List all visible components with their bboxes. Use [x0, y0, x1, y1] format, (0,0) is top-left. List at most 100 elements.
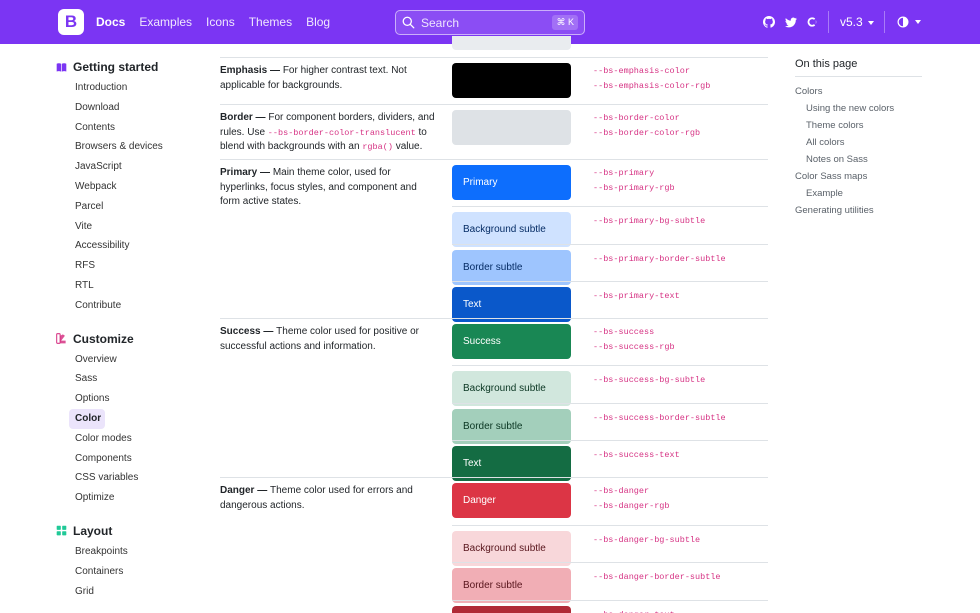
sidebar-item-download[interactable]: Download — [56, 98, 206, 118]
sidebar-item-components[interactable]: Components — [56, 449, 206, 469]
toc-link-generating-utilities[interactable]: Generating utilities — [795, 202, 922, 219]
toc-title: On this page — [795, 58, 922, 77]
sidebar-item-introduction[interactable]: Introduction — [56, 78, 206, 98]
toc-link-theme-colors[interactable]: Theme colors — [795, 117, 922, 134]
table-row-divider — [452, 244, 768, 245]
css-variable-list: --bs-primary-text — [593, 289, 768, 304]
github-icon[interactable] — [762, 15, 776, 29]
nav-link-examples[interactable]: Examples — [139, 15, 192, 29]
sidebar-section-customize[interactable]: Customize — [56, 328, 206, 350]
swatch-label: Primary — [463, 177, 498, 188]
sidebar-item-sass[interactable]: Sass — [56, 369, 206, 389]
description-text: value. — [392, 141, 423, 152]
table-row-divider — [452, 562, 768, 563]
css-variable-list: --bs-border-color --bs-border-color-rgb — [593, 111, 768, 140]
color-description: Border — For component borders, dividers… — [220, 111, 435, 155]
table-row-divider — [220, 57, 768, 58]
nav-link-themes[interactable]: Themes — [249, 15, 292, 29]
toc-link-all-colors[interactable]: All colors — [795, 134, 922, 151]
sidebar-item-overview[interactable]: Overview — [56, 350, 206, 370]
swatch-label: Text — [463, 458, 482, 469]
sidebar-item-accessibility[interactable]: Accessibility — [56, 236, 206, 256]
color-description: Danger — Theme color used for errors and… — [220, 484, 435, 513]
twitter-icon[interactable] — [784, 15, 798, 29]
css-variable-list: --bs-danger-border-subtle — [593, 570, 768, 585]
sidebar-item-browsers-devices[interactable]: Browsers & devices — [56, 137, 206, 157]
color-swatch-danger-0: Danger — [452, 483, 571, 518]
sidebar-item-contribute[interactable]: Contribute — [56, 296, 206, 316]
color-swatch-primary-0: Primary — [452, 165, 571, 200]
sidebar-item-containers[interactable]: Containers — [56, 562, 206, 582]
css-variable-list: --bs-danger --bs-danger-rgb — [593, 484, 768, 513]
table-row-divider — [452, 365, 768, 366]
opencollective-icon[interactable] — [805, 15, 819, 29]
table-row-divider — [452, 281, 768, 282]
toc-link-notes-on-sass[interactable]: Notes on Sass — [795, 151, 922, 168]
swatch-label: Text — [463, 299, 482, 310]
navbar-divider — [828, 11, 829, 33]
table-row-divider — [452, 440, 768, 441]
css-variable-name: --bs-success-border-subtle — [593, 413, 726, 423]
sidebar-item-breakpoints[interactable]: Breakpoints — [56, 542, 206, 562]
toc-link-colors[interactable]: Colors — [795, 83, 922, 100]
sidebar-item-rfs[interactable]: RFS — [56, 256, 206, 276]
css-variable-name: --bs-danger — [593, 486, 650, 496]
sidebar-item-options[interactable]: Options — [56, 389, 206, 409]
color-name: Success — — [220, 326, 277, 337]
bootstrap-logo[interactable]: B — [58, 9, 84, 35]
navbar-divider — [884, 11, 885, 33]
color-swatch-emphasis-0 — [452, 63, 571, 98]
toc-link-example[interactable]: Example — [795, 185, 922, 202]
version-dropdown[interactable]: v5.3 — [840, 15, 874, 29]
sidebar-section-title: Customize — [73, 331, 134, 346]
nav-link-docs[interactable]: Docs — [96, 15, 125, 29]
sidebar-item-javascript[interactable]: JavaScript — [56, 157, 206, 177]
nav-link-icons[interactable]: Icons — [206, 15, 235, 29]
theme-toggle-icon[interactable] — [896, 15, 910, 29]
css-variable-code: --bs-border-color-translucent — [267, 127, 416, 138]
css-variable-list: --bs-danger-bg-subtle — [593, 533, 768, 548]
css-variable-name: --bs-primary — [593, 168, 655, 178]
sidebar-item-rtl[interactable]: RTL — [56, 276, 206, 296]
sidebar-item-contents[interactable]: Contents — [56, 118, 206, 138]
color-name: Primary — — [220, 167, 273, 178]
sidebar-item-color-modes[interactable]: Color modes — [56, 429, 206, 449]
sidebar-section-layout[interactable]: Layout — [56, 520, 206, 542]
swatch-label: Border subtle — [463, 421, 523, 432]
sidebar-item-css-variables[interactable]: CSS variables — [56, 468, 206, 488]
sidebar-item-parcel[interactable]: Parcel — [56, 197, 206, 217]
swatch-label: Background subtle — [463, 224, 546, 235]
css-variable-list: --bs-success --bs-success-rgb — [593, 325, 768, 354]
css-variable-list: --bs-success-bg-subtle — [593, 373, 768, 388]
color-name: Danger — — [220, 485, 271, 496]
table-row-divider — [452, 600, 768, 601]
search-button[interactable]: Search ⌘ K — [395, 10, 585, 35]
sidebar-section-getting-started[interactable]: Getting started — [56, 56, 206, 78]
chevron-down-icon[interactable] — [915, 20, 921, 24]
color-swatch — [452, 36, 571, 50]
css-variable-name: --bs-danger-border-subtle — [593, 572, 721, 582]
sidebar-item-webpack[interactable]: Webpack — [56, 177, 206, 197]
css-variable-list: --bs-success-border-subtle — [593, 411, 768, 426]
table-row-divider — [220, 104, 768, 105]
color-description: Success — Theme color used for positive … — [220, 325, 435, 354]
css-variable-name: --bs-success — [593, 327, 655, 337]
sidebar-item-grid[interactable]: Grid — [56, 582, 206, 602]
sidebar-list: Introduction Download Contents Browsers & d… — [56, 78, 206, 316]
swatch-label: Border subtle — [463, 262, 523, 273]
color-description: Emphasis — For higher contrast text. Not… — [220, 64, 435, 93]
sidebar-item-color[interactable]: Color — [69, 408, 105, 429]
search-placeholder: Search — [421, 15, 460, 30]
table-row-divider — [220, 477, 768, 478]
css-variable-list: --bs-danger-text — [593, 608, 768, 613]
table-row-divider — [452, 525, 768, 526]
css-variable-name: --bs-border-color-rgb — [593, 127, 701, 138]
docs-sidebar: Getting started Introduction Download Cont… — [56, 56, 206, 613]
sidebar-item-vite[interactable]: Vite — [56, 217, 206, 237]
swatch-label: Success — [463, 336, 501, 347]
sidebar-item-optimize[interactable]: Optimize — [56, 488, 206, 508]
nav-link-blog[interactable]: Blog — [306, 15, 330, 29]
color-swatch-success-1: Background subtle — [452, 371, 571, 406]
toc-link-color-sass-maps[interactable]: Color Sass maps — [795, 168, 922, 185]
toc-link-using-the-new-colors[interactable]: Using the new colors — [795, 100, 922, 117]
